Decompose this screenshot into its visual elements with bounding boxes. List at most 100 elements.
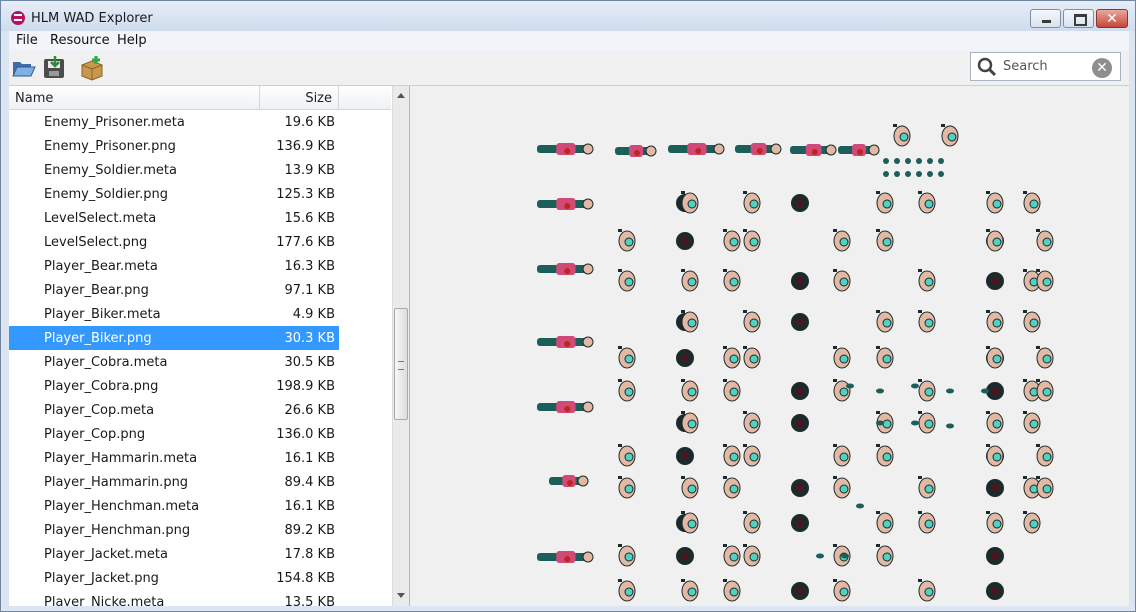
menu-file[interactable]: File [16, 33, 38, 48]
list-item[interactable]: Player_Biker.png 30.3 KB [9, 326, 339, 350]
file-size: 13.9 KB [284, 163, 335, 178]
window-title: HLM WAD Explorer [31, 11, 153, 26]
file-name: Player_Bear.png [44, 283, 149, 298]
toolbar: ✕ [9, 51, 1129, 86]
column-header-name[interactable]: Name [15, 91, 53, 106]
list-item[interactable]: Enemy_Prisoner.png 136.9 KB [9, 134, 339, 158]
file-size: 89.2 KB [284, 523, 335, 538]
file-name: Enemy_Soldier.png [44, 187, 169, 202]
sprite-preview-pane [410, 86, 1129, 606]
file-list-pane: Name Size Enemy_Prisoner.meta 19.6 KB Enem… [9, 86, 410, 606]
file-name: Player_Jacket.meta [44, 547, 168, 562]
file-name: Enemy_Prisoner.meta [44, 115, 185, 130]
file-size: 15.6 KB [284, 211, 335, 226]
file-name: Player_Cobra.meta [44, 355, 168, 370]
file-size: 136.0 KB [276, 427, 335, 442]
file-size: 26.6 KB [284, 403, 335, 418]
package-add-icon [81, 56, 103, 81]
file-size: 4.9 KB [292, 307, 335, 322]
maximize-icon [1074, 14, 1087, 26]
file-name: Player_Hammarin.png [44, 475, 189, 490]
scroll-thumb[interactable] [394, 308, 408, 420]
file-name: Player_Biker.png [44, 331, 152, 346]
list-item[interactable]: Enemy_Prisoner.meta 19.6 KB [9, 110, 339, 134]
file-size: 30.3 KB [284, 331, 335, 346]
file-size: 19.6 KB [284, 115, 335, 130]
file-size: 154.8 KB [276, 571, 335, 586]
title-bar[interactable]: HLM WAD Explorer ✕ [1, 1, 1135, 31]
folder-open-icon [12, 62, 36, 77]
open-file-button[interactable] [11, 55, 37, 81]
file-name: LevelSelect.meta [44, 211, 157, 226]
scroll-down-icon[interactable] [397, 593, 405, 598]
list-item[interactable]: Player_Jacket.meta 17.8 KB [9, 542, 339, 566]
list-item[interactable]: Player_Cop.meta 26.6 KB [9, 398, 339, 422]
file-size: 97.1 KB [284, 283, 335, 298]
minimize-icon [1042, 20, 1051, 23]
file-name: Player_Bear.meta [44, 259, 158, 274]
file-name: Player_Biker.meta [44, 307, 161, 322]
save-export-icon [44, 56, 64, 78]
clear-search-icon[interactable]: ✕ [1092, 58, 1112, 78]
file-name: Enemy_Prisoner.png [44, 139, 176, 154]
app-window: HLM WAD Explorer ✕ File Resource Help Se… [0, 0, 1136, 612]
file-size: 16.1 KB [284, 499, 335, 514]
column-header-size-label: Size [305, 91, 332, 106]
file-name: Player_Cop.meta [44, 403, 155, 418]
file-name: Player_Henchman.png [44, 523, 191, 538]
file-name: Player_Cop.png [44, 427, 146, 442]
list-item[interactable]: Player_Cop.png 136.0 KB [9, 422, 339, 446]
file-size: 125.3 KB [276, 187, 335, 202]
file-size: 177.6 KB [276, 235, 335, 250]
list-item[interactable]: Player_Bear.meta 16.3 KB [9, 254, 339, 278]
sprite-sheet-image [537, 124, 1054, 602]
file-name: Enemy_Soldier.meta [44, 163, 177, 178]
file-rows: Enemy_Prisoner.meta 19.6 KB Enemy_Prisoner… [9, 110, 391, 606]
maximize-button[interactable] [1063, 9, 1094, 28]
list-item[interactable]: Player_Jacket.png 154.8 KB [9, 566, 339, 590]
list-item[interactable]: Player_Cobra.meta 30.5 KB [9, 350, 339, 374]
file-size: 136.9 KB [276, 139, 335, 154]
file-size: 198.9 KB [276, 379, 335, 394]
grip-icon [398, 361, 404, 370]
file-size: 16.1 KB [284, 451, 335, 466]
minimize-button[interactable] [1030, 9, 1061, 28]
list-item[interactable]: Player_Hammarin.png 89.4 KB [9, 470, 339, 494]
close-button[interactable]: ✕ [1096, 9, 1128, 28]
search-box: ✕ [970, 52, 1121, 81]
list-item[interactable]: Enemy_Soldier.meta 13.9 KB [9, 158, 339, 182]
list-item[interactable]: Player_Bear.png 97.1 KB [9, 278, 339, 302]
file-name: Player_Henchman.meta [44, 499, 200, 514]
file-name: Player_Jacket.png [44, 571, 159, 586]
extract-button[interactable] [41, 55, 67, 81]
list-item[interactable]: Player_Nicke.meta 13.5 KB [9, 590, 339, 606]
list-scrollbar[interactable] [392, 86, 409, 606]
list-item[interactable]: Player_Henchman.png 89.2 KB [9, 518, 339, 542]
search-icon [977, 57, 997, 77]
list-item[interactable]: Player_Biker.meta 4.9 KB [9, 302, 339, 326]
list-item[interactable]: Player_Cobra.png 198.9 KB [9, 374, 339, 398]
scroll-up-icon[interactable] [397, 93, 405, 98]
close-icon: ✕ [1106, 11, 1118, 27]
menu-bar: File Resource Help [9, 31, 1129, 51]
list-item[interactable]: Player_Hammarin.meta 16.1 KB [9, 446, 339, 470]
file-size: 17.8 KB [284, 547, 335, 562]
search-input[interactable] [1003, 57, 1093, 75]
list-header: Name Size [9, 86, 391, 110]
add-resource-button[interactable] [79, 55, 105, 81]
menu-help[interactable]: Help [117, 33, 147, 48]
column-header-size[interactable]: Size [259, 86, 339, 109]
list-item[interactable]: Enemy_Soldier.png 125.3 KB [9, 182, 339, 206]
app-logo-icon [11, 11, 25, 25]
list-item[interactable]: LevelSelect.png 177.6 KB [9, 230, 339, 254]
file-size: 13.5 KB [284, 595, 335, 606]
file-name: Player_Nicke.meta [44, 595, 165, 606]
file-name: Player_Cobra.png [44, 379, 159, 394]
file-size: 30.5 KB [284, 355, 335, 370]
list-item[interactable]: Player_Henchman.meta 16.1 KB [9, 494, 339, 518]
list-item[interactable]: LevelSelect.meta 15.6 KB [9, 206, 339, 230]
file-name: Player_Hammarin.meta [44, 451, 198, 466]
file-size: 16.3 KB [284, 259, 335, 274]
file-size: 89.4 KB [284, 475, 335, 490]
menu-resource[interactable]: Resource [50, 33, 110, 48]
